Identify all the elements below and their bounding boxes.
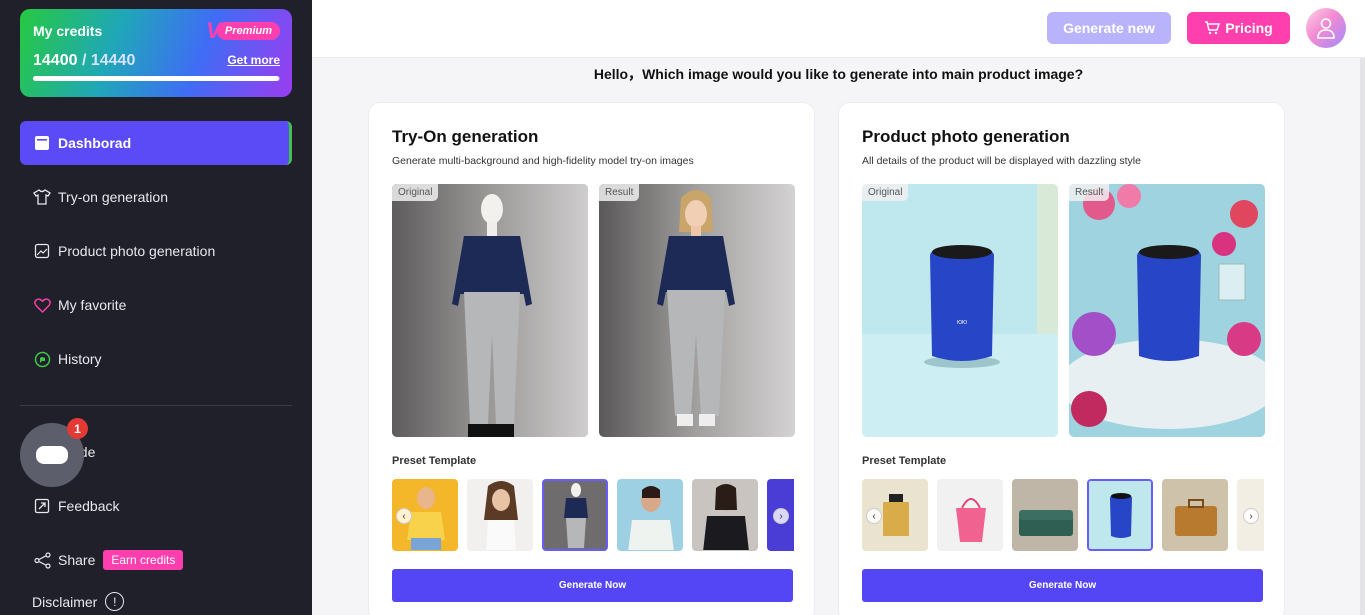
- card-title: Try-On generation: [392, 127, 539, 146]
- generate-new-button[interactable]: Generate new: [1047, 12, 1171, 44]
- history-icon: [32, 349, 52, 369]
- chevron-right-icon[interactable]: ›: [1243, 508, 1259, 524]
- user-avatar[interactable]: [1306, 8, 1346, 48]
- chat-notification-badge: 1: [67, 418, 88, 439]
- sidebar-item-label: Share: [58, 552, 96, 568]
- sidebar-item-product-photo[interactable]: Product photo generation: [20, 229, 292, 273]
- preset-template-thumb[interactable]: [617, 479, 683, 551]
- heart-icon: [32, 295, 52, 315]
- preset-template-label: Preset Template: [392, 455, 477, 467]
- original-tag: Original: [862, 184, 909, 201]
- preset-template-thumb[interactable]: [937, 479, 1003, 551]
- product-photo-card: Product photo generation All details of …: [838, 102, 1285, 615]
- preset-template-thumb-selected[interactable]: [542, 479, 608, 551]
- chevron-left-icon[interactable]: ‹: [396, 508, 412, 524]
- generate-now-button[interactable]: Generate Now: [862, 569, 1263, 602]
- earn-credits-badge[interactable]: Earn credits: [103, 550, 184, 570]
- tshirt-icon: [32, 187, 52, 207]
- credits-separator: /: [77, 52, 91, 69]
- chevron-left-icon[interactable]: ‹: [866, 508, 882, 524]
- user-icon: [1317, 18, 1335, 39]
- sidebar-item-label: Dashborad: [58, 135, 132, 151]
- disclaimer-label: Disclaimer: [32, 593, 98, 610]
- credits-progress-fill: [33, 76, 280, 81]
- sidebar-item-favorite[interactable]: My favorite: [20, 283, 292, 327]
- share-icon: [32, 550, 52, 570]
- original-tag: Original: [392, 184, 439, 201]
- result-tag: Result: [1069, 184, 1110, 201]
- credits-total: 14440: [90, 52, 136, 69]
- sidebar-divider: [20, 405, 292, 406]
- preset-template-list: [862, 479, 1264, 551]
- credits-card: My credits V Premium 14400 / 14440 Get m…: [20, 9, 292, 97]
- info-icon: !: [105, 592, 125, 611]
- sidebar-item-label: My favorite: [58, 297, 127, 313]
- premium-label: Premium: [216, 22, 280, 40]
- pricing-button[interactable]: Pricing: [1187, 12, 1290, 44]
- card-subtitle: All details of the product will be displ…: [862, 155, 1141, 167]
- feedback-icon: [32, 496, 52, 516]
- result-tag: Result: [599, 184, 640, 201]
- svg-text:ЮЮ: ЮЮ: [957, 320, 967, 326]
- result-image: Result: [1069, 184, 1265, 437]
- preset-template-thumb[interactable]: [692, 479, 758, 551]
- dashboard-icon: [32, 133, 52, 153]
- credits-current: 14400: [33, 52, 78, 69]
- sidebar-item-label: Product photo generation: [58, 243, 216, 259]
- original-image: Original: [392, 184, 588, 437]
- sidebar-item-dashboard[interactable]: Dashborad: [20, 121, 292, 165]
- disclaimer-link[interactable]: Disclaimer !: [32, 592, 125, 611]
- preset-template-label: Preset Template: [862, 455, 947, 467]
- sidebar-item-share[interactable]: Share Earn credits: [20, 538, 292, 582]
- card-subtitle: Generate multi-background and high-fidel…: [392, 155, 694, 167]
- sidebar-item-label: History: [58, 351, 102, 367]
- get-more-link[interactable]: Get more: [227, 53, 280, 67]
- premium-badge: V Premium: [206, 20, 280, 42]
- preset-template-thumb[interactable]: [1162, 479, 1228, 551]
- sidebar-item-history[interactable]: History: [20, 337, 292, 381]
- preset-template-thumb[interactable]: [467, 479, 533, 551]
- preset-template-thumb[interactable]: [1012, 479, 1078, 551]
- preset-template-list: [392, 479, 794, 551]
- credits-progress-bar: [33, 76, 280, 81]
- try-on-card: Try-On generation Generate multi-backgro…: [368, 102, 815, 615]
- card-title: Product photo generation: [862, 127, 1070, 146]
- preset-template-thumb-selected[interactable]: [1087, 479, 1153, 551]
- page-scrollbar[interactable]: [1360, 58, 1365, 615]
- sidebar: My credits V Premium 14400 / 14440 Get m…: [0, 0, 312, 615]
- sidebar-item-label: Feedback: [58, 498, 120, 514]
- sidebar-item-label: Try-on generation: [58, 189, 168, 205]
- photo-icon: [32, 241, 52, 261]
- chat-icon: [36, 446, 68, 464]
- chevron-right-icon[interactable]: ›: [773, 508, 789, 524]
- page-greeting: Hello，Which image would you like to gene…: [593, 66, 1084, 82]
- pricing-label: Pricing: [1225, 20, 1273, 36]
- top-bar: Generate new Pricing: [312, 0, 1365, 58]
- original-image: ЮЮ Original: [862, 184, 1058, 437]
- cart-icon: [1205, 21, 1221, 35]
- credits-title: My credits: [33, 23, 103, 39]
- sidebar-item-feedback[interactable]: Feedback: [20, 484, 292, 528]
- result-image: Result: [599, 184, 795, 437]
- credits-amount: 14400 / 14440: [33, 52, 135, 70]
- sidebar-item-try-on[interactable]: Try-on generation: [20, 175, 292, 219]
- generate-now-button[interactable]: Generate Now: [392, 569, 793, 602]
